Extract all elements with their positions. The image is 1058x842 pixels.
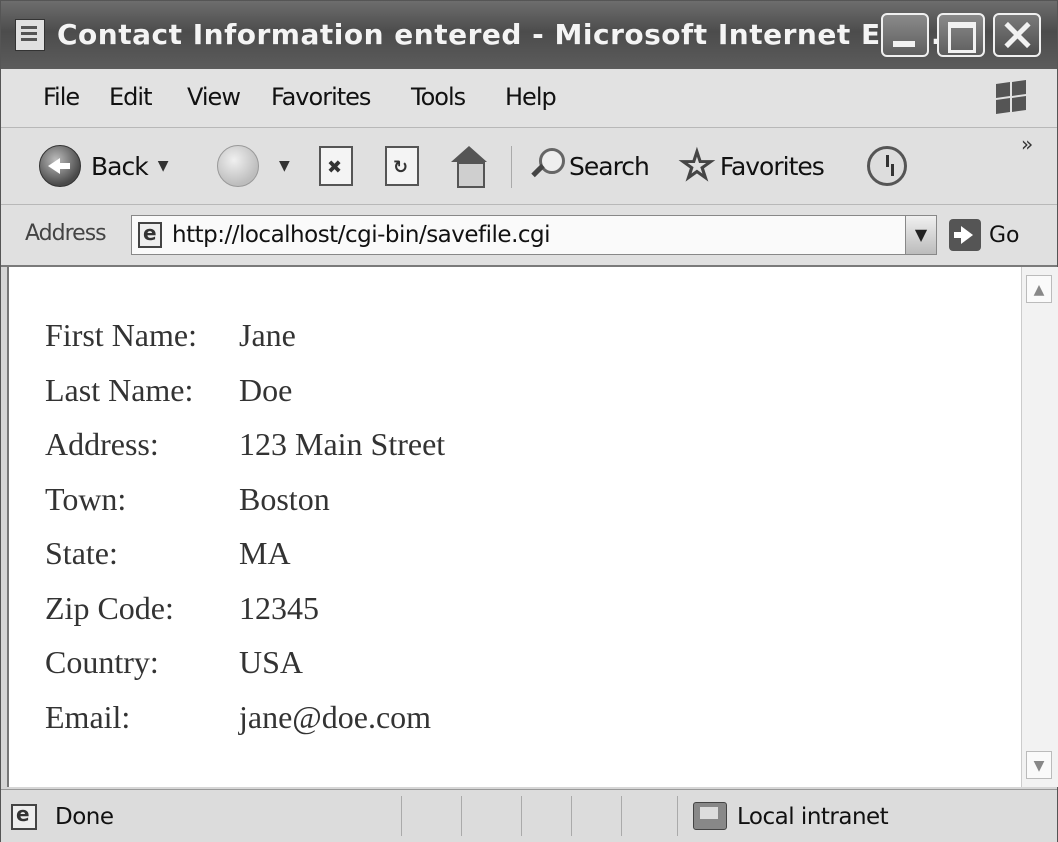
contact-row: Address: 123 Main Street bbox=[45, 426, 445, 481]
menu-help[interactable]: Help bbox=[505, 83, 557, 111]
contact-row: Town: Boston bbox=[45, 481, 445, 536]
field-value: Jane bbox=[239, 317, 296, 353]
maximize-button[interactable] bbox=[937, 13, 985, 57]
menu-tools[interactable]: Tools bbox=[411, 83, 466, 111]
scroll-up-button[interactable]: ▲ bbox=[1026, 275, 1052, 303]
search-icon bbox=[529, 146, 565, 186]
contact-row: Country: USA bbox=[45, 644, 445, 699]
field-value: 123 Main Street bbox=[239, 426, 446, 462]
back-arrow-icon bbox=[39, 145, 81, 187]
home-icon bbox=[449, 146, 489, 188]
contact-row: First Name: Jane bbox=[45, 317, 445, 372]
address-dropdown-button[interactable]: ▼ bbox=[905, 216, 936, 254]
back-button[interactable]: Back ▼ bbox=[39, 138, 169, 194]
window-title: Contact Information entered - Microsoft … bbox=[57, 18, 954, 51]
contact-info: First Name: Jane Last Name: Doe Address:… bbox=[45, 317, 445, 753]
title-bar[interactable]: Contact Information entered - Microsoft … bbox=[1, 1, 1057, 69]
history-button[interactable] bbox=[867, 138, 907, 194]
minimize-button[interactable] bbox=[881, 13, 929, 57]
status-divider bbox=[521, 796, 522, 836]
status-divider bbox=[621, 796, 622, 836]
intranet-zone-icon bbox=[693, 802, 727, 830]
field-label: Address: bbox=[45, 426, 159, 462]
field-label: State: bbox=[45, 535, 118, 571]
search-label: Search bbox=[569, 151, 650, 181]
address-label: Address bbox=[25, 221, 107, 246]
history-icon bbox=[867, 146, 907, 186]
field-value: Boston bbox=[239, 480, 330, 517]
chevron-down-icon[interactable]: ▼ bbox=[279, 158, 290, 174]
refresh-button[interactable]: ↻ bbox=[385, 138, 419, 194]
refresh-icon: ↻ bbox=[385, 146, 419, 186]
star-icon: ☆ bbox=[678, 143, 716, 189]
field-label: First Name: bbox=[45, 317, 197, 353]
status-divider bbox=[401, 796, 402, 836]
field-label: Last Name: bbox=[45, 371, 194, 408]
close-button[interactable] bbox=[993, 13, 1041, 57]
page-icon bbox=[11, 802, 37, 830]
go-arrow-icon bbox=[949, 219, 981, 251]
vertical-scrollbar[interactable]: ▲ ▼ bbox=[1021, 267, 1058, 787]
contact-row: State: MA bbox=[45, 535, 445, 590]
address-url[interactable]: http://localhost/cgi-bin/savefile.cgi bbox=[172, 222, 551, 248]
page-icon bbox=[138, 221, 162, 248]
status-divider bbox=[571, 796, 572, 836]
menu-file[interactable]: File bbox=[43, 83, 80, 111]
address-bar: Address http://localhost/cgi-bin/savefil… bbox=[1, 205, 1057, 267]
go-label: Go bbox=[989, 222, 1020, 248]
chevron-down-icon[interactable]: ▼ bbox=[158, 158, 169, 174]
menu-bar: File Edit View Favorites Tools Help bbox=[1, 69, 1057, 128]
stop-icon: ✖ bbox=[319, 146, 353, 186]
forward-button[interactable]: ▼ bbox=[217, 138, 290, 194]
field-value: Doe bbox=[239, 371, 293, 408]
go-button[interactable]: Go bbox=[949, 219, 1020, 251]
toolbar-overflow-button[interactable]: » bbox=[1021, 132, 1033, 156]
toolbar-divider bbox=[511, 146, 512, 188]
search-button[interactable]: Search bbox=[529, 138, 650, 194]
back-label: Back bbox=[91, 151, 149, 181]
security-zone: Local intranet bbox=[737, 804, 889, 830]
status-divider bbox=[461, 796, 462, 836]
status-bar: Done Local intranet bbox=[1, 789, 1057, 842]
field-value: MA bbox=[239, 535, 291, 571]
page-content: First Name: Jane Last Name: Doe Address:… bbox=[7, 267, 1023, 787]
contact-row: Zip Code: 12345 bbox=[45, 590, 445, 645]
field-value: jane@doe.com bbox=[239, 698, 432, 735]
menu-edit[interactable]: Edit bbox=[109, 83, 152, 111]
field-label: Zip Code: bbox=[45, 589, 174, 626]
status-text: Done bbox=[55, 804, 114, 830]
menu-favorites[interactable]: Favorites bbox=[271, 83, 371, 111]
home-button[interactable] bbox=[449, 138, 489, 194]
menu-view[interactable]: View bbox=[187, 83, 241, 111]
contact-row: Email: jane@doe.com bbox=[45, 699, 445, 754]
address-input[interactable]: http://localhost/cgi-bin/savefile.cgi ▼ bbox=[131, 215, 937, 255]
status-divider bbox=[677, 796, 678, 836]
field-label: Country: bbox=[45, 644, 159, 680]
contact-row: Last Name: Doe bbox=[45, 372, 445, 427]
stop-button[interactable]: ✖ bbox=[319, 138, 353, 194]
windows-logo-icon bbox=[996, 80, 1030, 115]
browser-window: Contact Information entered - Microsoft … bbox=[0, 0, 1058, 842]
favorites-button[interactable]: ☆ Favorites bbox=[678, 138, 825, 194]
favorites-label: Favorites bbox=[719, 151, 825, 181]
standard-toolbar: Back ▼ ▼ ✖ ↻ Search ☆ Favorites » bbox=[1, 128, 1057, 205]
ie-page-icon bbox=[15, 19, 45, 51]
scroll-down-button[interactable]: ▼ bbox=[1026, 751, 1052, 779]
field-value: 12345 bbox=[239, 589, 319, 626]
forward-arrow-icon bbox=[217, 145, 259, 187]
field-label: Town: bbox=[45, 480, 127, 517]
field-value: USA bbox=[239, 644, 304, 680]
field-label: Email: bbox=[45, 698, 131, 735]
